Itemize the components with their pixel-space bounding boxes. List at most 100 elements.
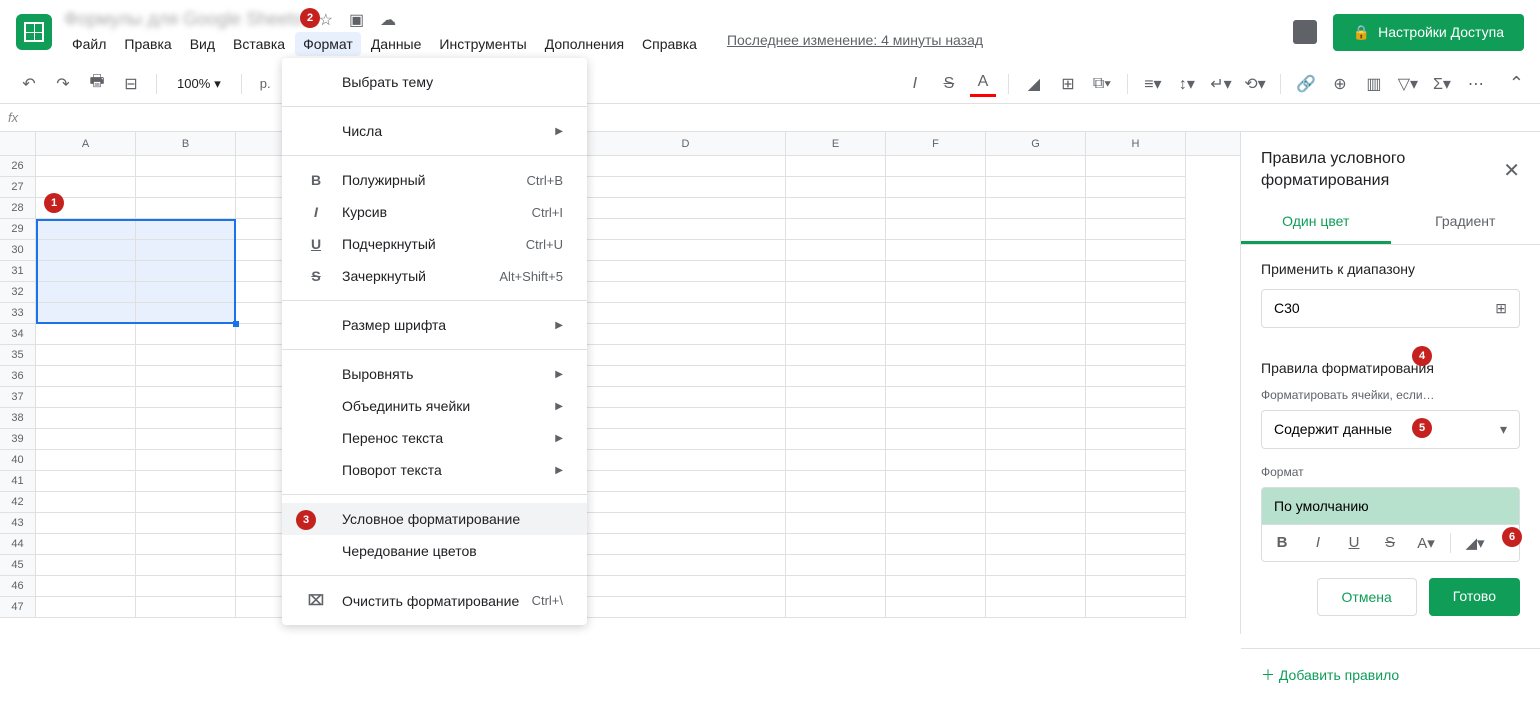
menu-view[interactable]: Вид (182, 32, 223, 56)
cell[interactable] (586, 387, 786, 408)
cell[interactable] (886, 471, 986, 492)
cell[interactable] (886, 324, 986, 345)
cell[interactable] (986, 156, 1086, 177)
row-header[interactable]: 29 (0, 219, 36, 240)
cell[interactable] (886, 450, 986, 471)
cell[interactable] (36, 303, 136, 324)
cell[interactable] (36, 576, 136, 597)
cell[interactable] (36, 408, 136, 429)
cell[interactable] (886, 597, 986, 618)
borders-icon[interactable]: ⊞ (1055, 71, 1081, 97)
cell[interactable] (36, 282, 136, 303)
cell[interactable] (786, 555, 886, 576)
row-header[interactable]: 45 (0, 555, 36, 576)
cell[interactable] (586, 492, 786, 513)
menu-item-strike[interactable]: SЗачеркнутыйAlt+Shift+5 (282, 260, 587, 292)
cell[interactable] (786, 534, 886, 555)
cell[interactable] (986, 534, 1086, 555)
formula-bar[interactable]: fx (0, 104, 1540, 132)
cell[interactable] (1086, 450, 1186, 471)
col-header[interactable]: A (36, 132, 136, 155)
cell[interactable] (886, 408, 986, 429)
cell[interactable] (36, 450, 136, 471)
close-icon[interactable]: ✕ (1503, 158, 1520, 183)
cell[interactable] (36, 492, 136, 513)
cell[interactable] (786, 471, 886, 492)
cell[interactable] (1086, 597, 1186, 618)
rotate-icon[interactable]: ⟲▾ (1242, 71, 1268, 97)
cell[interactable] (136, 324, 236, 345)
cell[interactable] (136, 303, 236, 324)
strike-icon[interactable]: S (936, 71, 962, 97)
row-header[interactable]: 34 (0, 324, 36, 345)
menu-file[interactable]: Файл (64, 32, 114, 56)
cell[interactable] (886, 492, 986, 513)
cell[interactable] (886, 177, 986, 198)
row-header[interactable]: 43 (0, 513, 36, 534)
cell[interactable] (136, 366, 236, 387)
cell[interactable] (986, 450, 1086, 471)
cell[interactable] (586, 366, 786, 387)
tab-gradient[interactable]: Градиент (1391, 201, 1540, 244)
bold-icon[interactable]: B (1270, 534, 1294, 551)
cell[interactable] (586, 156, 786, 177)
cell[interactable] (886, 219, 986, 240)
menu-item-italic[interactable]: IКурсивCtrl+I (282, 196, 587, 228)
cell[interactable] (986, 513, 1086, 534)
row-header[interactable]: 35 (0, 345, 36, 366)
row-header[interactable]: 27 (0, 177, 36, 198)
filter-icon[interactable]: ▽▾ (1395, 71, 1421, 97)
text-color-icon[interactable]: A (970, 71, 996, 97)
col-header[interactable]: F (886, 132, 986, 155)
cell[interactable] (36, 429, 136, 450)
cell[interactable] (136, 261, 236, 282)
row-header[interactable]: 42 (0, 492, 36, 513)
menu-item-numbers[interactable]: Числа▶ (282, 115, 587, 147)
menu-item-wrap[interactable]: Перенос текста▶ (282, 422, 587, 454)
add-rule-button[interactable]: ＋ Добавить правило (1241, 648, 1540, 701)
redo-icon[interactable]: ↷ (50, 71, 76, 97)
cell[interactable] (36, 597, 136, 618)
cell[interactable] (1086, 345, 1186, 366)
menu-item-conditional-format[interactable]: Условное форматирование (282, 503, 587, 535)
cell[interactable] (986, 429, 1086, 450)
cell[interactable] (136, 240, 236, 261)
wrap-icon[interactable]: ↵▾ (1208, 71, 1234, 97)
cell[interactable] (1086, 240, 1186, 261)
cell[interactable] (986, 261, 1086, 282)
zoom-select[interactable]: 100% ▾ (169, 76, 229, 92)
menu-item-alternating[interactable]: Чередование цветов (282, 535, 587, 567)
cell[interactable] (136, 177, 236, 198)
cell[interactable] (886, 555, 986, 576)
row-header[interactable]: 36 (0, 366, 36, 387)
menu-item-align[interactable]: Выровнять▶ (282, 358, 587, 390)
menu-edit[interactable]: Правка (116, 32, 179, 56)
cell[interactable] (36, 366, 136, 387)
menu-item-bold[interactable]: BПолужирныйCtrl+B (282, 164, 587, 196)
cell[interactable] (786, 177, 886, 198)
cell[interactable] (36, 345, 136, 366)
cell[interactable] (586, 345, 786, 366)
col-header[interactable]: B (136, 132, 236, 155)
cell[interactable] (36, 471, 136, 492)
menu-item-rotate[interactable]: Поворот текста▶ (282, 454, 587, 486)
cell[interactable] (1086, 303, 1186, 324)
col-header[interactable]: G (986, 132, 1086, 155)
cell[interactable] (136, 576, 236, 597)
cell[interactable] (36, 219, 136, 240)
cell[interactable] (36, 387, 136, 408)
cell[interactable] (986, 177, 1086, 198)
cell[interactable] (1086, 156, 1186, 177)
cell[interactable] (136, 429, 236, 450)
row-header[interactable]: 30 (0, 240, 36, 261)
done-button[interactable]: Готово (1429, 578, 1520, 616)
cell[interactable] (1086, 198, 1186, 219)
cell[interactable] (986, 198, 1086, 219)
halign-icon[interactable]: ≡▾ (1140, 71, 1166, 97)
document-title[interactable]: Формулы для Google Sheets (64, 9, 302, 29)
grid-icon[interactable]: ⊞ (1495, 300, 1507, 317)
cell[interactable] (586, 576, 786, 597)
cell[interactable] (786, 597, 886, 618)
cell[interactable] (886, 429, 986, 450)
cell[interactable] (886, 534, 986, 555)
